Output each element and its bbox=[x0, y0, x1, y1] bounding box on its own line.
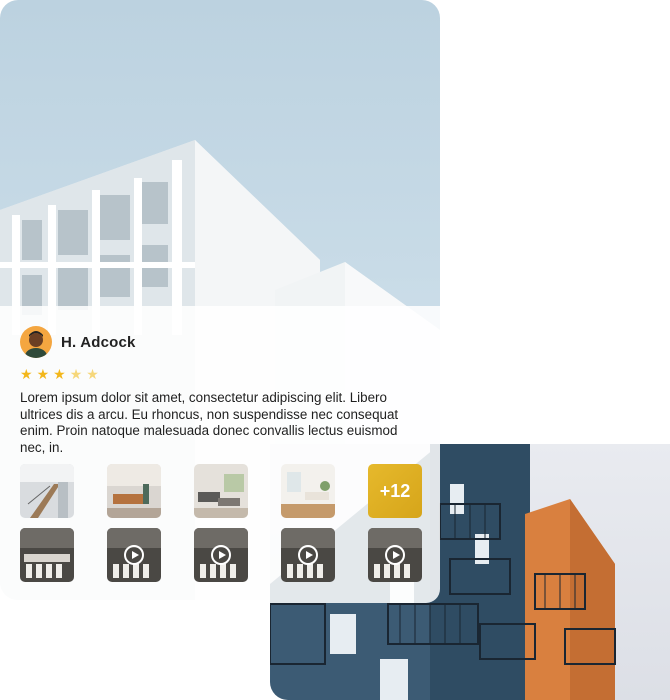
review-text: Lorem ipsum dolor sit amet, consectetur … bbox=[20, 390, 399, 455]
more-photos-button[interactable]: +12 bbox=[368, 464, 422, 518]
gallery-photo-staircase[interactable] bbox=[20, 464, 74, 518]
gallery-photo-living-room[interactable] bbox=[107, 464, 161, 518]
star-icon: ★ bbox=[86, 366, 99, 382]
gallery-video[interactable] bbox=[194, 528, 248, 582]
media-gallery: +12 bbox=[20, 464, 422, 582]
review-card: H. Adcock ★ ★ ★ ★ ★ Lorem ipsum dolor si… bbox=[0, 306, 440, 603]
gallery-video[interactable] bbox=[20, 528, 74, 582]
star-icon: ★ bbox=[69, 366, 83, 382]
reviewer-name: H. Adcock bbox=[61, 333, 136, 351]
play-icon[interactable] bbox=[385, 545, 405, 565]
rating-stars: ★ ★ ★ ★ ★ bbox=[20, 367, 420, 381]
gallery-video[interactable] bbox=[107, 528, 161, 582]
play-icon[interactable] bbox=[211, 545, 231, 565]
star-icon: ★ bbox=[36, 366, 50, 382]
play-icon[interactable] bbox=[298, 545, 318, 565]
play-icon[interactable] bbox=[124, 545, 144, 565]
gallery-video[interactable] bbox=[281, 528, 335, 582]
gallery-video[interactable] bbox=[368, 528, 422, 582]
star-icon: ★ bbox=[20, 366, 33, 382]
more-photos-count: +12 bbox=[379, 480, 411, 501]
gallery-photo-lounge[interactable] bbox=[194, 464, 248, 518]
reviewer-header: H. Adcock bbox=[20, 326, 420, 358]
gallery-photo-bright-room[interactable] bbox=[281, 464, 335, 518]
star-icon: ★ bbox=[53, 366, 66, 382]
avatar[interactable] bbox=[20, 326, 52, 358]
